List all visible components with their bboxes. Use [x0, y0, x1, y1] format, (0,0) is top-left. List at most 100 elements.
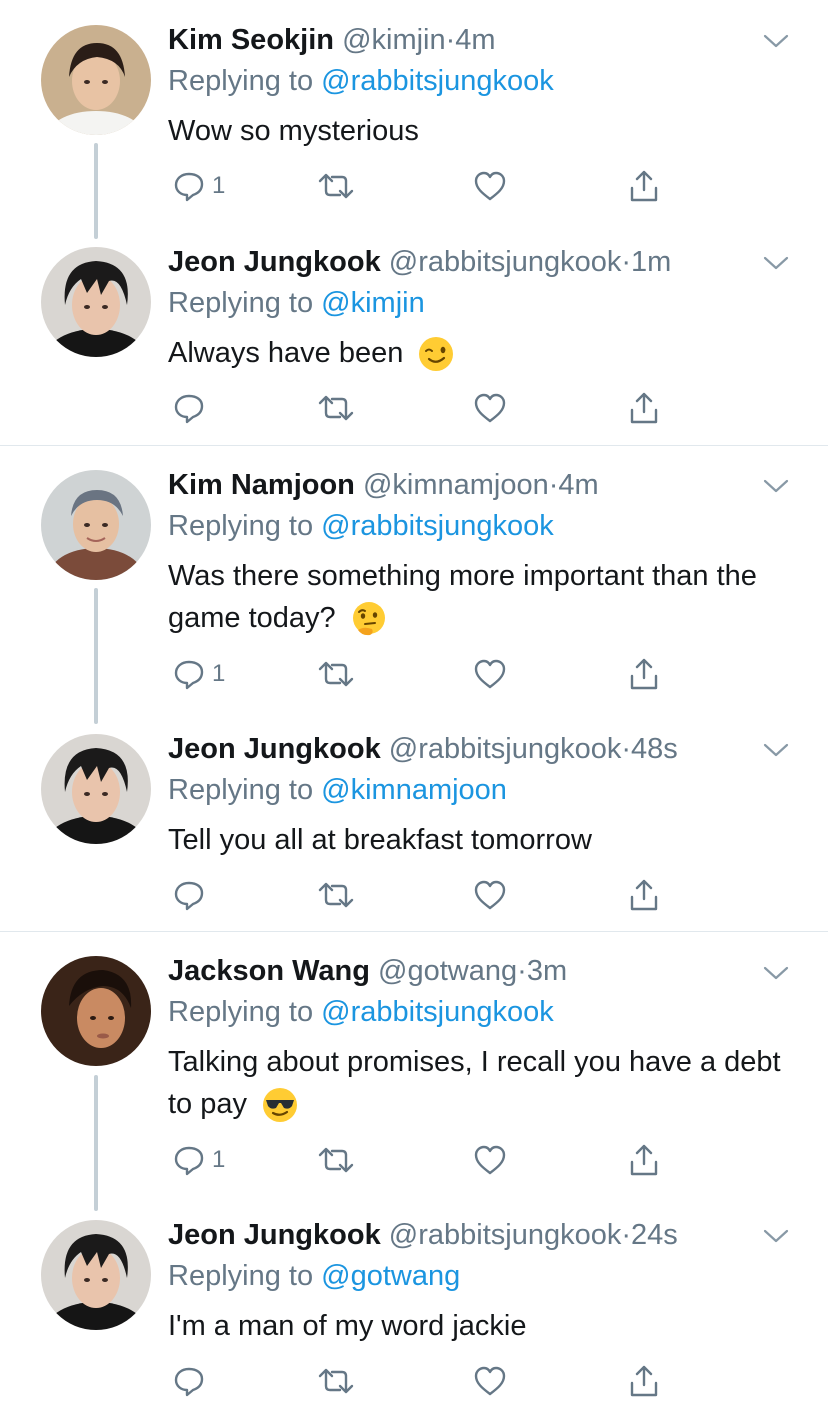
tweet-text-body: Was there something more important than … [168, 560, 757, 634]
separator-dot: · [621, 733, 632, 765]
replying-to: Replying to @rabbitsjungkook [168, 60, 788, 102]
reply-icon [174, 1146, 204, 1176]
like-button[interactable] [472, 1140, 508, 1180]
tweet-jackson-wang[interactable]: Jackson Wang @gotwang·3m Replying to @ra… [0, 932, 828, 1195]
separator-dot: · [621, 1219, 632, 1251]
share-icon [630, 392, 658, 424]
reply-icon [174, 172, 204, 202]
user-handle[interactable]: @kimnamjoon [363, 469, 549, 501]
avatar[interactable] [41, 247, 151, 357]
like-button[interactable] [472, 875, 508, 915]
tweet-actions [168, 875, 668, 915]
mention-link[interactable]: @gotwang [321, 1260, 460, 1292]
user-handle[interactable]: @rabbitsjungkook [389, 733, 622, 765]
tweet-actions: 1 [168, 1140, 668, 1180]
tweet-text: Always have been [168, 332, 788, 374]
tweet-jeon-jungkook[interactable]: Jeon Jungkook @rabbitsjungkook·24s Reply… [0, 1195, 828, 1416]
mention-link[interactable]: @kimjin [321, 287, 425, 319]
heart-icon [474, 1145, 506, 1175]
timestamp[interactable]: 3m [527, 955, 567, 987]
avatar[interactable] [41, 1220, 151, 1330]
replying-to: Replying to @gotwang [168, 1255, 788, 1297]
like-button[interactable] [472, 654, 508, 694]
chevron-down-icon[interactable] [762, 254, 790, 272]
retweet-button[interactable] [316, 1361, 356, 1401]
thread-2: Kim Namjoon @kimnamjoon·4m Replying to @… [0, 446, 828, 932]
tweet-jeon-jungkook[interactable]: Jeon Jungkook @rabbitsjungkook·48s Reply… [0, 710, 828, 931]
user-handle[interactable]: @rabbitsjungkook [389, 246, 622, 278]
tweet-text-body: Wow so mysterious [168, 115, 419, 147]
avatar[interactable] [41, 734, 151, 844]
reply-icon [174, 881, 204, 911]
tweet-jeon-jungkook[interactable]: Jeon Jungkook @rabbitsjungkook·1m Replyi… [0, 222, 828, 445]
replying-to: Replying to @rabbitsjungkook [168, 991, 788, 1033]
separator-dot: · [548, 469, 559, 501]
timestamp[interactable]: 4m [558, 469, 598, 501]
retweet-button[interactable] [316, 654, 356, 694]
chevron-down-icon[interactable] [762, 477, 790, 495]
user-handle[interactable]: @gotwang [378, 955, 517, 987]
mention-link[interactable]: @rabbitsjungkook [321, 510, 554, 542]
avatar[interactable] [41, 956, 151, 1066]
tweet-text-body: Talking about promises, I recall you hav… [168, 1046, 781, 1120]
reply-count: 1 [212, 1146, 226, 1173]
mention-link[interactable]: @rabbitsjungkook [321, 996, 554, 1028]
chevron-down-icon[interactable] [762, 1227, 790, 1245]
reply-button[interactable]: 1 [172, 166, 225, 206]
share-button[interactable] [626, 1361, 662, 1401]
reply-button[interactable]: 1 [172, 1140, 225, 1180]
user-handle[interactable]: @rabbitsjungkook [389, 1219, 622, 1251]
reply-button[interactable] [172, 875, 212, 915]
timestamp[interactable]: 48s [631, 733, 678, 765]
retweet-icon [318, 882, 354, 908]
reply-count: 1 [212, 660, 226, 687]
share-button[interactable] [626, 654, 662, 694]
user-handle[interactable]: @kimjin [342, 24, 446, 56]
tweet-header: Kim Namjoon @kimnamjoon·4m [168, 465, 788, 505]
tweet-kim-seokjin[interactable]: Kim Seokjin @kimjin·4m Replying to @rabb… [0, 0, 828, 222]
timestamp[interactable]: 24s [631, 1219, 678, 1251]
avatar[interactable] [41, 470, 151, 580]
replying-to-label: Replying to [168, 774, 314, 806]
retweet-button[interactable] [316, 166, 356, 206]
tweet-actions [168, 388, 668, 428]
retweet-button[interactable] [316, 1140, 356, 1180]
chevron-down-icon[interactable] [762, 741, 790, 759]
tweet-header: Kim Seokjin @kimjin·4m [168, 20, 788, 60]
tweet-kim-namjoon[interactable]: Kim Namjoon @kimnamjoon·4m Replying to @… [0, 446, 828, 710]
like-button[interactable] [472, 388, 508, 428]
heart-icon [474, 659, 506, 689]
mention-link[interactable]: @kimnamjoon [321, 774, 507, 806]
display-name[interactable]: Kim Seokjin [168, 24, 334, 56]
retweet-button[interactable] [316, 875, 356, 915]
like-button[interactable] [472, 1361, 508, 1401]
timestamp[interactable]: 4m [455, 24, 495, 56]
timestamp[interactable]: 1m [631, 246, 671, 278]
chevron-down-icon[interactable] [762, 32, 790, 50]
retweet-button[interactable] [316, 388, 356, 428]
share-button[interactable] [626, 1140, 662, 1180]
reply-button[interactable] [172, 388, 212, 428]
mention-link[interactable]: @rabbitsjungkook [321, 65, 554, 97]
display-name[interactable]: Jeon Jungkook [168, 246, 381, 278]
tweet-text: Tell you all at breakfast tomorrow [168, 819, 788, 861]
display-name[interactable]: Jackson Wang [168, 955, 370, 987]
avatar[interactable] [41, 25, 151, 135]
tweet-text: I'm a man of my word jackie [168, 1305, 788, 1347]
chevron-down-icon[interactable] [762, 964, 790, 982]
display-name[interactable]: Jeon Jungkook [168, 733, 381, 765]
heart-icon [474, 171, 506, 201]
thread-1: Kim Seokjin @kimjin·4m Replying to @rabb… [0, 0, 828, 446]
share-button[interactable] [626, 875, 662, 915]
reply-button[interactable]: 1 [172, 654, 225, 694]
retweet-icon [318, 1147, 354, 1173]
share-button[interactable] [626, 166, 662, 206]
display-name[interactable]: Jeon Jungkook [168, 1219, 381, 1251]
reply-button[interactable] [172, 1361, 212, 1401]
thread-3: Jackson Wang @gotwang · 3m Replying to @ra… [0, 932, 828, 1416]
display-name[interactable]: Kim Namjoon [168, 469, 355, 501]
like-button[interactable] [472, 166, 508, 206]
retweet-icon [318, 173, 354, 199]
share-button[interactable] [626, 388, 662, 428]
separator-dot: · [621, 246, 632, 278]
